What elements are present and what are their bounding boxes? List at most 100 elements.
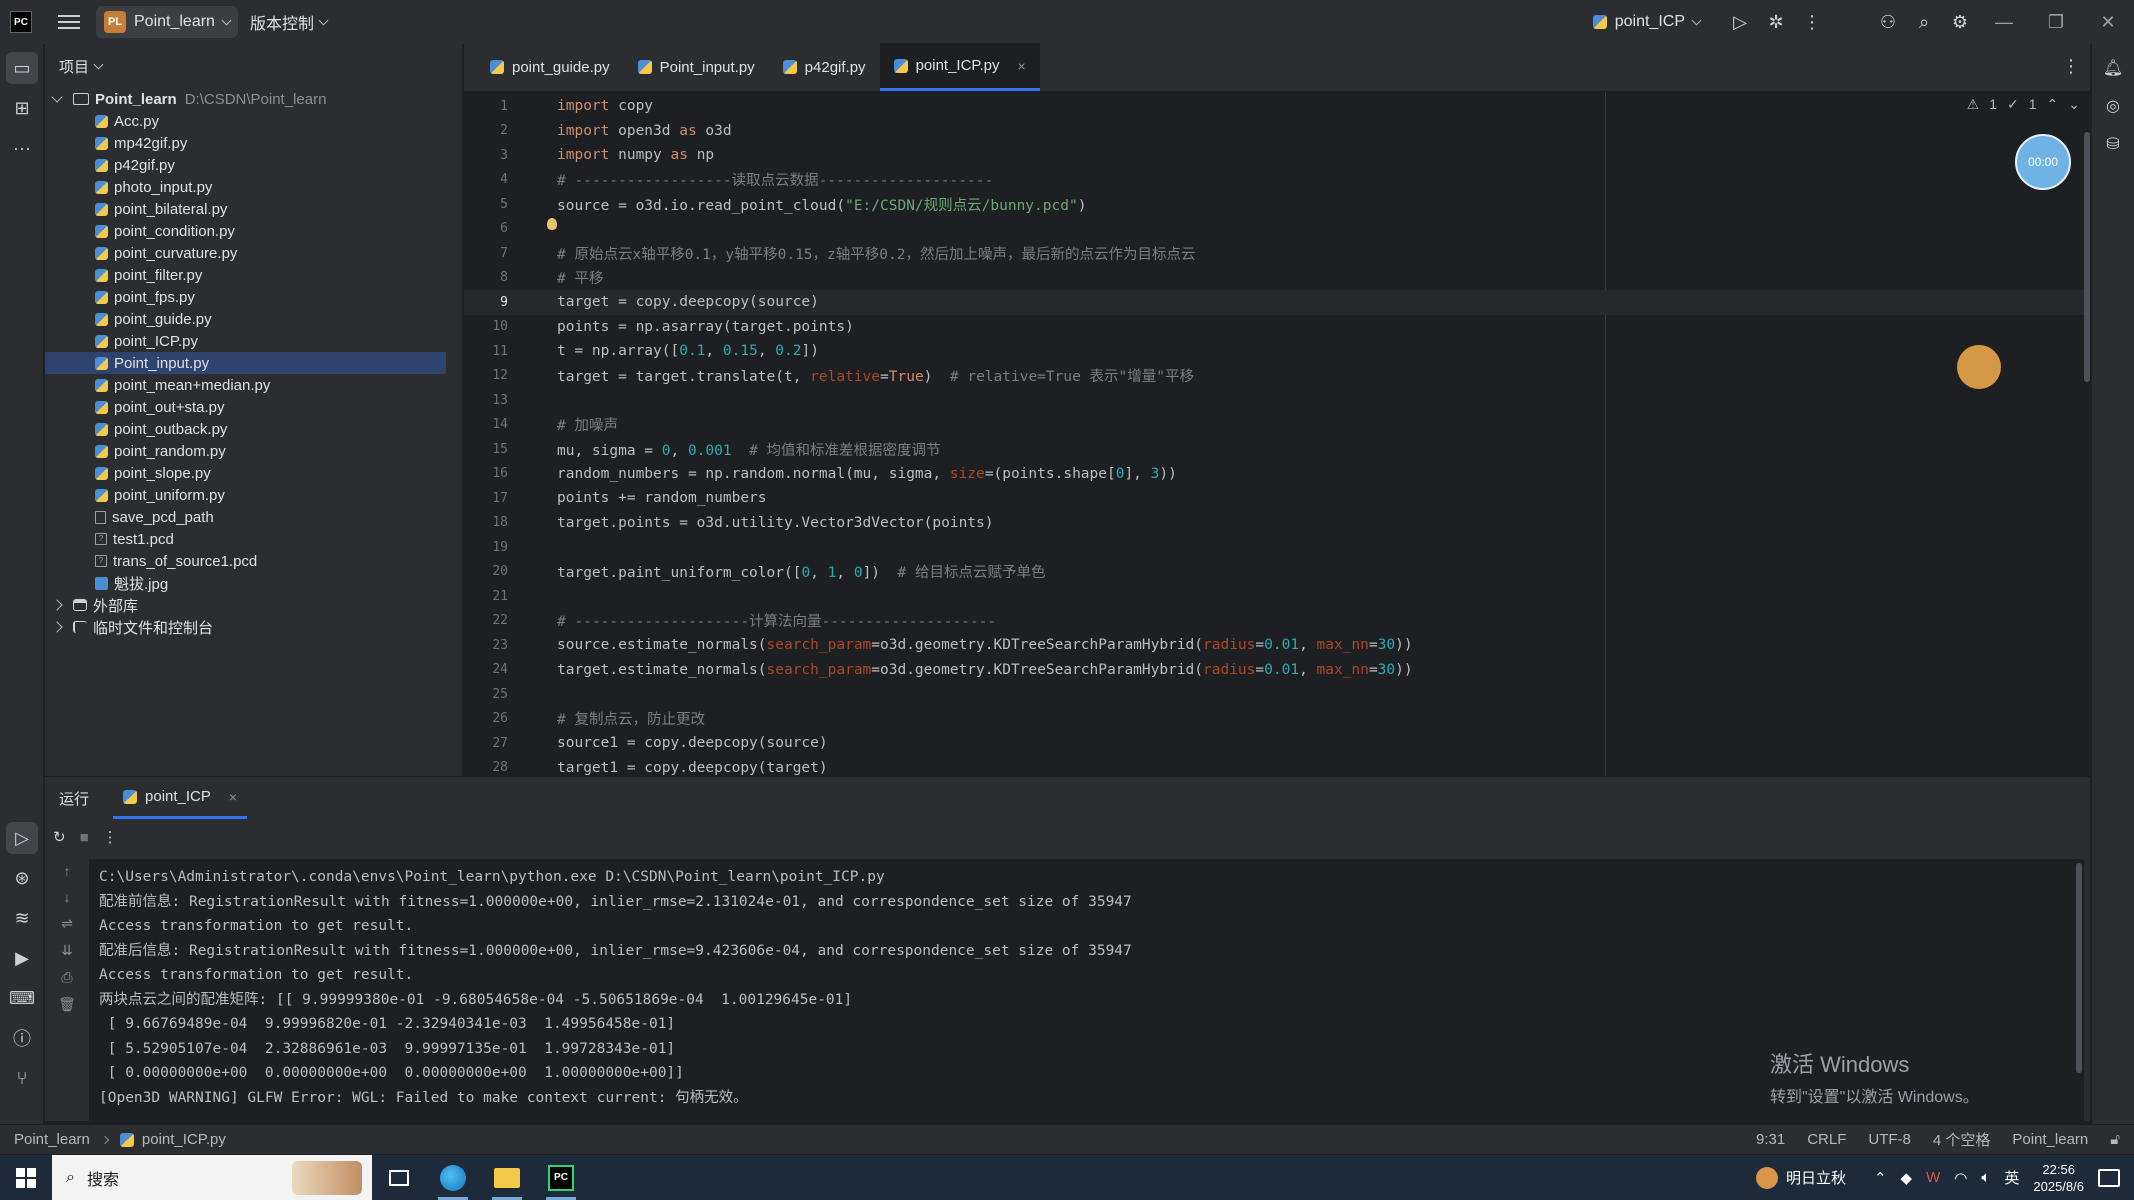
tray-app-icon[interactable]: ◆	[1901, 1169, 1913, 1187]
tree-scratches[interactable]: 临时文件和控制台	[45, 616, 462, 638]
indent-setting[interactable]: 4 个空格	[1933, 1129, 1991, 1150]
floating-assistant-icon[interactable]	[1957, 345, 2001, 389]
tree-file[interactable]: point_uniform.py	[45, 484, 462, 506]
code-line[interactable]: 20 target.paint_uniform_color([0, 1, 0]) …	[464, 560, 2084, 585]
minimize-icon[interactable]: —	[1978, 0, 2030, 44]
editor-tab[interactable]: point_guide.py	[476, 43, 624, 91]
close-icon[interactable]: ×	[229, 789, 237, 805]
code-line[interactable]: 1 import copy	[464, 94, 2084, 119]
console-scrollbar[interactable]	[2076, 863, 2082, 1073]
scroll-down-icon[interactable]: ↓	[64, 889, 71, 905]
tree-file[interactable]: point_fps.py	[45, 286, 462, 308]
tree-file[interactable]: point_filter.py	[45, 264, 462, 286]
close-icon[interactable]: ×	[1018, 58, 1026, 74]
code-line[interactable]: 4 # ------------------读取点云数据-------------…	[464, 168, 2084, 193]
code-line[interactable]: 8 # 平移	[464, 266, 2084, 291]
tree-file[interactable]: save_pcd_path	[45, 506, 462, 528]
tree-external-libraries[interactable]: 外部库	[45, 594, 462, 616]
run-tab-point-icp[interactable]: point_ICP ×	[113, 777, 248, 819]
explorer-taskbar-button[interactable]	[480, 1155, 534, 1200]
run-tool-icon[interactable]: ▷	[6, 822, 38, 854]
services-icon[interactable]: ▶	[6, 942, 38, 974]
editor-scrollbar[interactable]	[2084, 132, 2090, 382]
scroll-up-icon[interactable]: ↑	[64, 863, 71, 879]
code-line[interactable]: 14 # 加噪声	[464, 413, 2084, 438]
tree-file[interactable]: ? test1.pcd	[45, 528, 462, 550]
caret-position[interactable]: 9:31	[1756, 1131, 1785, 1148]
volume-icon[interactable]: 🔈︎	[1981, 1169, 1990, 1186]
code-view[interactable]: 1 import copy 2 import open3d as o3d 3 import…	[464, 92, 2090, 776]
code-line[interactable]: 13	[464, 388, 2084, 413]
windows-start-button[interactable]	[0, 1155, 52, 1200]
ai-assistant-icon[interactable]: ◎	[2099, 92, 2127, 120]
chevron-up-icon[interactable]: ⌃	[1874, 1169, 1887, 1187]
expand-arrow-icon[interactable]	[51, 621, 63, 633]
notifications-icon[interactable]: 🔔︎	[2099, 54, 2127, 82]
code-line[interactable]: 25	[464, 682, 2084, 707]
weather-widget[interactable]: 明日立秋	[1755, 1166, 1846, 1189]
debug-icon[interactable]: ✲	[1758, 4, 1794, 40]
code-line[interactable]: 16 random_numbers = np.random.normal(mu, …	[464, 462, 2084, 487]
code-line[interactable]: 5 source = o3d.io.read_point_cloud("E:/CS…	[464, 192, 2084, 217]
edge-taskbar-button[interactable]	[426, 1155, 480, 1200]
code-line[interactable]: 18 target.points = o3d.utility.Vector3dVe…	[464, 511, 2084, 536]
tree-file[interactable]: point_condition.py	[45, 220, 462, 242]
expand-arrow-icon[interactable]	[51, 91, 63, 103]
python-packages-icon[interactable]: ≋	[6, 902, 38, 934]
tree-file[interactable]: p42gif.py	[45, 154, 462, 176]
editor-tab[interactable]: Point_input.py	[624, 43, 769, 91]
lock-icon[interactable]: 🔓︎	[2110, 1131, 2120, 1148]
line-separator[interactable]: CRLF	[1807, 1131, 1846, 1148]
tree-file[interactable]: point_curvature.py	[45, 242, 462, 264]
code-line[interactable]: 22 # --------------------计算法向量-----------…	[464, 609, 2084, 634]
scroll-to-end-icon[interactable]: ⇊	[61, 942, 73, 959]
file-encoding[interactable]: UTF-8	[1868, 1131, 1911, 1148]
code-line[interactable]: 24 target.estimate_normals(search_param=o…	[464, 658, 2084, 683]
tree-file[interactable]: point_mean+median.py	[45, 374, 462, 396]
close-icon[interactable]: ✕	[2082, 0, 2134, 44]
tree-file[interactable]: point_bilateral.py	[45, 198, 462, 220]
stop-icon[interactable]: ■	[80, 829, 89, 846]
run-icon[interactable]: ▷	[1722, 4, 1758, 40]
tree-file[interactable]: point_outback.py	[45, 418, 462, 440]
expand-arrow-icon[interactable]	[51, 599, 63, 611]
tree-file[interactable]: photo_input.py	[45, 176, 462, 198]
code-line[interactable]: 15 mu, sigma = 0, 0.001 # 均值和标准差根据密度调节	[464, 437, 2084, 462]
tray-wps-icon[interactable]: W	[1926, 1169, 1940, 1186]
intention-bulb-icon[interactable]	[547, 218, 557, 230]
breadcrumb-project[interactable]: Point_learn	[14, 1131, 90, 1148]
tabs-more-icon[interactable]: ⋮	[2062, 56, 2080, 77]
database-icon[interactable]: ⛁	[2099, 130, 2127, 158]
code-line[interactable]: 2 import open3d as o3d	[464, 119, 2084, 144]
structure-icon[interactable]: ⊞	[6, 92, 38, 124]
add-user-icon[interactable]: ⚇	[1870, 4, 1906, 40]
more-tools-icon[interactable]: ···	[6, 132, 38, 164]
clock[interactable]: 22:56 2025/8/6	[2033, 1161, 2084, 1195]
python-interpreter[interactable]: Point_learn	[2012, 1131, 2088, 1148]
ime-indicator[interactable]: 英	[2004, 1167, 2019, 1188]
tree-file[interactable]: point_out+sta.py	[45, 396, 462, 418]
search-icon[interactable]: ⌕	[1906, 4, 1942, 40]
run-configuration-selector[interactable]: point_ICP	[1592, 13, 1702, 31]
more-icon[interactable]: ⋮	[103, 828, 118, 846]
code-line[interactable]: 27 source1 = copy.deepcopy(source)	[464, 731, 2084, 756]
code-line[interactable]: 21	[464, 584, 2084, 609]
code-line[interactable]: 26 # 复制点云，防止更改	[464, 707, 2084, 732]
tree-file[interactable]: mp42gif.py	[45, 132, 462, 154]
code-line[interactable]: 10 points = np.asarray(target.points)	[464, 315, 2084, 340]
code-line[interactable]: 3 import numpy as np	[464, 143, 2084, 168]
chevron-up-icon[interactable]: ⌃	[2047, 96, 2059, 113]
settings-icon[interactable]: ⚙	[1942, 4, 1978, 40]
pycharm-taskbar-button[interactable]: PC	[534, 1155, 588, 1200]
editor-tab[interactable]: p42gif.py	[769, 43, 880, 91]
tree-file[interactable]: 魁拔.jpg	[45, 572, 462, 594]
tree-file[interactable]: point_ICP.py	[45, 330, 462, 352]
python-console-icon[interactable]: ⊛	[6, 862, 38, 894]
restore-icon[interactable]: ❐	[2030, 0, 2082, 44]
tree-file[interactable]: point_slope.py	[45, 462, 462, 484]
more-icon[interactable]: ⋮	[1794, 4, 1830, 40]
hamburger-menu-icon[interactable]	[58, 15, 80, 29]
chevron-down-icon[interactable]: ⌄	[2068, 96, 2080, 113]
tree-file[interactable]: ? trans_of_source1.pcd	[45, 550, 462, 572]
code-line[interactable]: 17 points += random_numbers	[464, 486, 2084, 511]
